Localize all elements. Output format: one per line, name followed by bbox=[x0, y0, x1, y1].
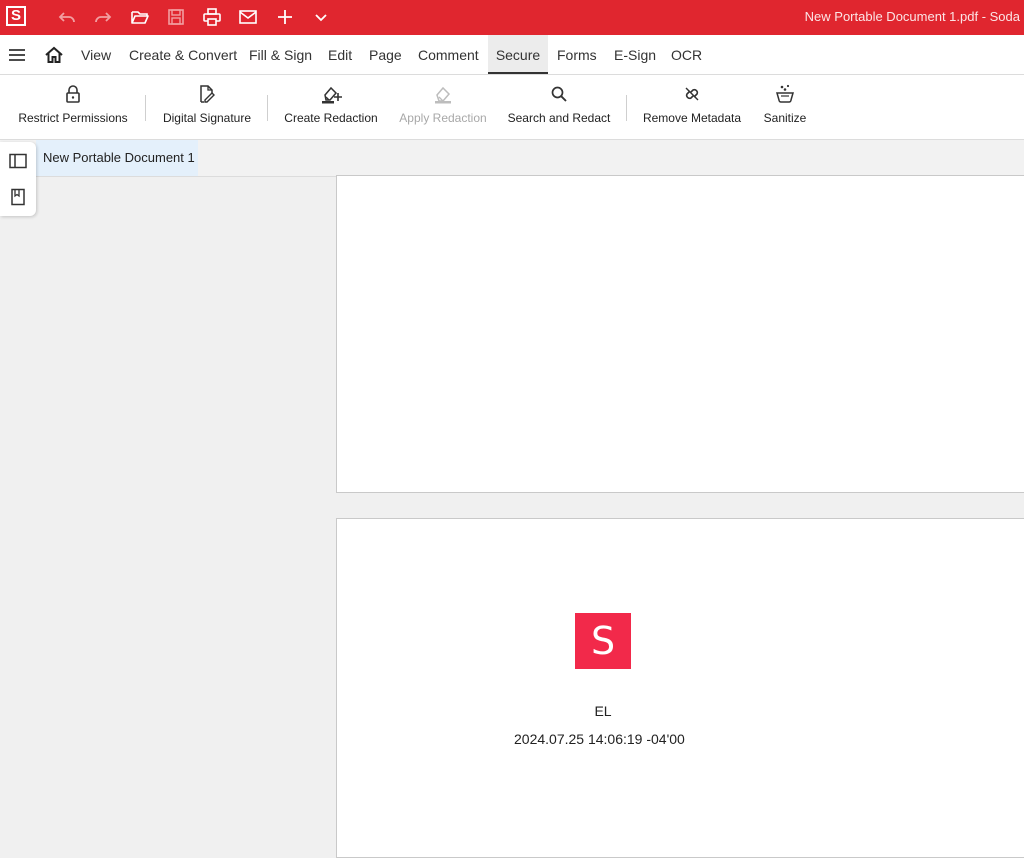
bookmark-icon[interactable] bbox=[8, 187, 28, 207]
eraser-plus-icon bbox=[320, 83, 342, 105]
tab-ocr[interactable]: OCR bbox=[671, 35, 702, 74]
restrict-permissions-label: Restrict Permissions bbox=[18, 111, 128, 125]
remove-metadata-label: Remove Metadata bbox=[642, 111, 742, 125]
apply-redaction-button[interactable]: Apply Redaction bbox=[393, 75, 493, 139]
ribbon-divider bbox=[626, 95, 627, 121]
tab-edit[interactable]: Edit bbox=[328, 35, 352, 74]
print-icon[interactable] bbox=[201, 6, 223, 28]
search-and-redact-label: Search and Redact bbox=[507, 111, 611, 125]
digital-signature-button[interactable]: Digital Signature bbox=[157, 75, 257, 139]
plus-icon[interactable] bbox=[274, 6, 296, 28]
unlink-icon bbox=[681, 83, 703, 105]
save-icon[interactable] bbox=[165, 6, 187, 28]
left-side-panel bbox=[0, 142, 36, 216]
signature-logo-stamp: S bbox=[575, 613, 631, 669]
sanitize-bowl-icon bbox=[774, 83, 796, 105]
window-title: New Portable Document 1.pdf - Soda bbox=[804, 9, 1020, 24]
ribbon-toolbar: Restrict Permissions Digital Signature C… bbox=[0, 75, 1024, 140]
panel-toggle-icon[interactable] bbox=[8, 151, 28, 171]
tab-create-convert[interactable]: Create & Convert bbox=[129, 35, 237, 74]
ribbon-divider bbox=[145, 95, 146, 121]
create-redaction-label: Create Redaction bbox=[284, 111, 378, 125]
undo-icon[interactable] bbox=[56, 6, 78, 28]
tab-fill-sign[interactable]: Fill & Sign bbox=[249, 35, 312, 74]
tab-comment[interactable]: Comment bbox=[418, 35, 479, 74]
digital-signature-label: Digital Signature bbox=[162, 111, 252, 125]
tab-forms[interactable]: Forms bbox=[557, 35, 597, 74]
sanitize-button[interactable]: Sanitize bbox=[757, 75, 813, 139]
hamburger-menu-icon[interactable] bbox=[8, 47, 26, 63]
search-icon bbox=[548, 83, 570, 105]
signature-timestamp: 2024.07.25 14:06:19 -04'00 bbox=[514, 731, 685, 747]
remove-metadata-button[interactable]: Remove Metadata bbox=[640, 75, 744, 139]
chevron-down-icon[interactable] bbox=[310, 6, 332, 28]
document-tab[interactable]: New Portable Document 1 bbox=[36, 140, 198, 176]
pdf-page[interactable] bbox=[336, 175, 1024, 493]
tab-page[interactable]: Page bbox=[369, 35, 402, 74]
lock-icon bbox=[62, 83, 84, 105]
tab-secure[interactable]: Secure bbox=[488, 35, 548, 74]
apply-redaction-label: Apply Redaction bbox=[399, 111, 487, 125]
title-bar: S New Portable Document 1.pdf - Soda bbox=[0, 0, 1024, 35]
document-tab-strip: New Portable Document 1 bbox=[0, 140, 1024, 177]
tab-e-sign[interactable]: E-Sign bbox=[614, 35, 656, 74]
restrict-permissions-button[interactable]: Restrict Permissions bbox=[12, 75, 134, 139]
pdf-page[interactable]: S EL 2024.07.25 14:06:19 -04'00 bbox=[336, 518, 1024, 858]
signer-name: EL bbox=[594, 703, 612, 719]
eraser-icon bbox=[432, 83, 454, 105]
search-and-redact-button[interactable]: Search and Redact bbox=[503, 75, 615, 139]
document-viewport[interactable]: S EL 2024.07.25 14:06:19 -04'00 bbox=[0, 175, 1024, 858]
home-icon[interactable] bbox=[44, 46, 64, 64]
ribbon-divider bbox=[267, 95, 268, 121]
mail-icon[interactable] bbox=[237, 6, 259, 28]
redo-icon[interactable] bbox=[92, 6, 114, 28]
sanitize-label: Sanitize bbox=[763, 111, 807, 125]
tab-view[interactable]: View bbox=[81, 35, 111, 74]
document-signature-icon bbox=[196, 83, 218, 105]
folder-open-icon[interactable] bbox=[129, 6, 151, 28]
menu-bar: View Create & Convert Fill & Sign Edit P… bbox=[0, 35, 1024, 75]
create-redaction-button[interactable]: Create Redaction bbox=[281, 75, 381, 139]
app-logo[interactable]: S bbox=[6, 6, 26, 26]
